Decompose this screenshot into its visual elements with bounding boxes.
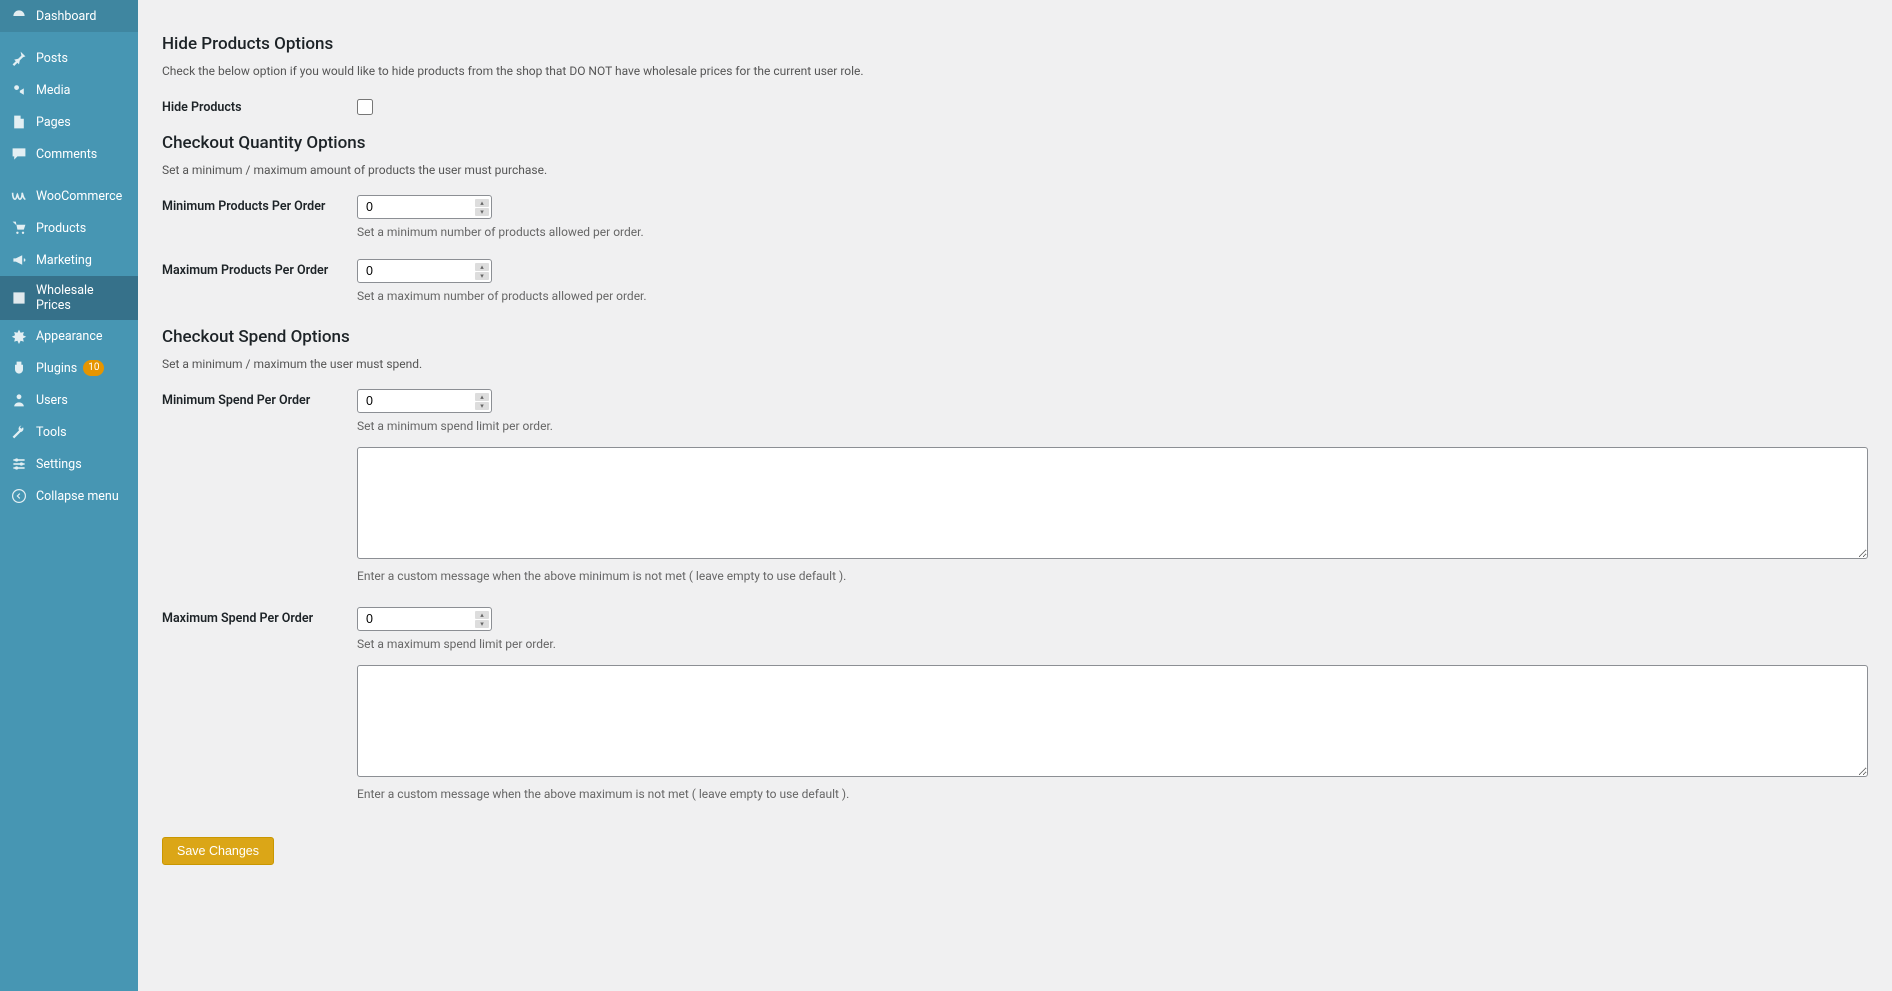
min-spend-message-help: Enter a custom message when the above mi… [357,569,1868,583]
settings-icon [10,455,28,473]
products-icon [10,219,28,237]
max-spend-help: Set a maximum spend limit per order. [357,637,1868,651]
sidebar-item-dashboard[interactable]: Dashboard [0,0,138,32]
sidebar-item-label: Comments [36,147,97,162]
sidebar-item-marketing[interactable]: Marketing [0,244,138,276]
hide-products-label: Hide Products [162,100,242,115]
sidebar-item-wholesale-prices[interactable]: Wholesale Prices [0,276,138,320]
sidebar-item-users[interactable]: Users [0,384,138,416]
sidebar-item-collapse[interactable]: Collapse menu [0,480,138,512]
min-products-input[interactable] [357,195,492,219]
media-icon [10,81,28,99]
max-spend-label: Maximum Spend Per Order [162,611,313,626]
dashboard-icon [10,7,28,25]
sidebar-item-woocommerce[interactable]: WooCommerce [0,180,138,212]
sidebar-item-plugins[interactable]: Plugins 10 [0,352,138,384]
sidebar-item-pages[interactable]: Pages [0,106,138,138]
max-spend-message-help: Enter a custom message when the above ma… [357,787,1868,801]
min-spend-label: Minimum Spend Per Order [162,393,310,408]
megaphone-icon [10,251,28,269]
plugins-badge: 10 [83,360,104,376]
hide-products-checkbox[interactable] [357,99,373,115]
woo-icon [10,187,28,205]
appearance-icon [10,327,28,345]
users-icon [10,391,28,409]
sidebar-item-comments[interactable]: Comments [0,138,138,170]
plugins-icon [10,359,28,377]
sidebar-item-label: Collapse menu [36,489,119,504]
checkout-qty-title: Checkout Quantity Options [162,133,1868,153]
admin-sidebar: Dashboard Posts Media Pages Comments Woo… [0,0,138,991]
sidebar-item-label: Posts [36,51,68,66]
min-spend-message-textarea[interactable] [357,447,1868,559]
hide-products-title: Hide Products Options [162,34,1868,54]
sidebar-item-products[interactable]: Products [0,212,138,244]
pin-icon [10,49,28,67]
sidebar-item-label: Products [36,221,86,236]
min-spend-input[interactable] [357,389,492,413]
sidebar-item-label: Media [36,83,70,98]
sidebar-item-label: Wholesale Prices [36,283,128,313]
max-products-input[interactable] [357,259,492,283]
min-products-label: Minimum Products Per Order [162,199,325,214]
collapse-icon [10,487,28,505]
wholesale-icon [10,289,28,307]
sidebar-item-label: Users [36,393,68,408]
sidebar-item-label: Dashboard [36,9,96,24]
sidebar-item-appearance[interactable]: Appearance [0,320,138,352]
checkout-spend-desc: Set a minimum / maximum the user must sp… [162,357,1868,371]
sidebar-item-label: Appearance [36,329,103,344]
sidebar-item-label: WooCommerce [36,189,122,204]
page-icon [10,113,28,131]
sidebar-item-media[interactable]: Media [0,74,138,106]
sidebar-item-label: Pages [36,115,71,130]
checkout-qty-desc: Set a minimum / maximum amount of produc… [162,163,1868,177]
max-products-label: Maximum Products Per Order [162,263,328,278]
sidebar-item-label: Settings [36,457,82,472]
sidebar-item-posts[interactable]: Posts [0,42,138,74]
min-products-help: Set a minimum number of products allowed… [357,225,1868,239]
min-spend-help: Set a minimum spend limit per order. [357,419,1868,433]
max-products-help: Set a maximum number of products allowed… [357,289,1868,303]
save-changes-button[interactable]: Save Changes [162,837,274,865]
max-spend-message-textarea[interactable] [357,665,1868,777]
comment-icon [10,145,28,163]
sidebar-item-label: Marketing [36,253,92,268]
sidebar-item-label: Plugins [36,361,77,376]
hide-products-desc: Check the below option if you would like… [162,64,1868,78]
sidebar-item-tools[interactable]: Tools [0,416,138,448]
sidebar-item-label: Tools [36,425,67,440]
tools-icon [10,423,28,441]
sidebar-item-settings[interactable]: Settings [0,448,138,480]
settings-content: Hide Products Options Check the below op… [138,0,1892,905]
max-spend-input[interactable] [357,607,492,631]
checkout-spend-title: Checkout Spend Options [162,327,1868,347]
